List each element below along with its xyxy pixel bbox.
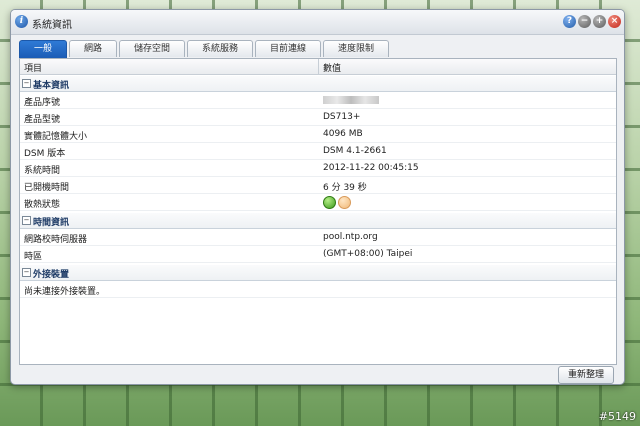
- row-key: 實體記憶體大小: [24, 132, 88, 142]
- row-key: 產品型號: [24, 115, 61, 125]
- row-key: DSM 版本: [24, 149, 66, 159]
- tab-network[interactable]: 網路: [69, 40, 117, 57]
- table-row[interactable]: 網路校時伺服器 pool.ntp.org: [20, 229, 616, 246]
- grid-header: 項目 數值: [20, 59, 616, 75]
- close-icon[interactable]: ×: [608, 15, 621, 28]
- tab-storage[interactable]: 儲存空間: [119, 40, 185, 57]
- row-key: 時區: [24, 252, 43, 262]
- table-row[interactable]: 產品序號: [20, 92, 616, 109]
- table-row[interactable]: 尚未連接外接裝置。: [20, 281, 616, 298]
- column-divider[interactable]: [318, 59, 319, 74]
- row-value: DSM 4.1-2661: [323, 146, 387, 156]
- help-icon[interactable]: ?: [563, 15, 576, 28]
- collapse-icon[interactable]: −: [22, 79, 31, 88]
- group-time-info[interactable]: − 時間資訊: [20, 213, 616, 229]
- row-key: 尚未連接外接裝置。: [24, 287, 106, 297]
- row-key: 散熱狀態: [24, 200, 61, 210]
- table-row[interactable]: 已開機時間 6 分 39 秒: [20, 177, 616, 194]
- status-warning-icon: [338, 196, 351, 209]
- info-icon: i: [15, 15, 28, 28]
- column-header-value[interactable]: 數值: [323, 61, 341, 74]
- tab-speed-limit[interactable]: 速度限制: [323, 40, 389, 57]
- row-key: 系統時間: [24, 166, 61, 176]
- row-value: 2012-11-22 00:45:15: [323, 163, 419, 173]
- row-value: (GMT+08:00) Taipei: [323, 249, 413, 259]
- group-external-devices[interactable]: − 外接裝置: [20, 265, 616, 281]
- minimize-icon[interactable]: −: [578, 15, 591, 28]
- table-row[interactable]: 時區 (GMT+08:00) Taipei: [20, 246, 616, 263]
- system-info-window: i 系統資訊 ? − + × 一般 網路 儲存空間 系統服務 目前連線 速度限制…: [10, 9, 625, 385]
- tab-general[interactable]: 一般: [19, 40, 67, 58]
- maximize-icon[interactable]: +: [593, 15, 606, 28]
- row-key: 網路校時伺服器: [24, 235, 88, 245]
- group-title: 時間資訊: [33, 218, 70, 228]
- refresh-button[interactable]: 重新整理: [558, 366, 614, 384]
- serial-number-redacted: [323, 95, 379, 107]
- column-header-key[interactable]: 項目: [24, 61, 42, 74]
- row-value: 4096 MB: [323, 129, 363, 139]
- table-row[interactable]: DSM 版本 DSM 4.1-2661: [20, 143, 616, 160]
- row-key: 產品序號: [24, 98, 61, 108]
- group-basic-info[interactable]: − 基本資訊: [20, 76, 616, 92]
- watermark: #5149: [598, 410, 636, 423]
- table-row[interactable]: 實體記憶體大小 4096 MB: [20, 126, 616, 143]
- row-value: 6 分 39 秒: [323, 183, 367, 193]
- collapse-icon[interactable]: −: [22, 268, 31, 277]
- window-titlebar[interactable]: i 系統資訊 ? − + ×: [11, 10, 624, 35]
- row-value: pool.ntp.org: [323, 232, 378, 242]
- table-row[interactable]: 散熱狀態: [20, 194, 616, 211]
- table-row[interactable]: 系統時間 2012-11-22 00:45:15: [20, 160, 616, 177]
- window-title: 系統資訊: [32, 20, 72, 31]
- tab-services[interactable]: 系統服務: [187, 40, 253, 57]
- tab-connections[interactable]: 目前連線: [255, 40, 321, 57]
- window-footer: 重新整理: [19, 366, 615, 384]
- table-row[interactable]: 產品型號 DS713+: [20, 109, 616, 126]
- collapse-icon[interactable]: −: [22, 216, 31, 225]
- row-key: 已開機時間: [24, 183, 70, 193]
- row-value: DS713+: [323, 112, 361, 122]
- group-title: 外接裝置: [33, 270, 70, 280]
- status-ok-icon: [323, 196, 336, 209]
- info-grid: 項目 數值 − 基本資訊 產品序號 產品型號 DS713+ 實體記憶體大小 40…: [19, 58, 617, 365]
- group-title: 基本資訊: [33, 81, 70, 91]
